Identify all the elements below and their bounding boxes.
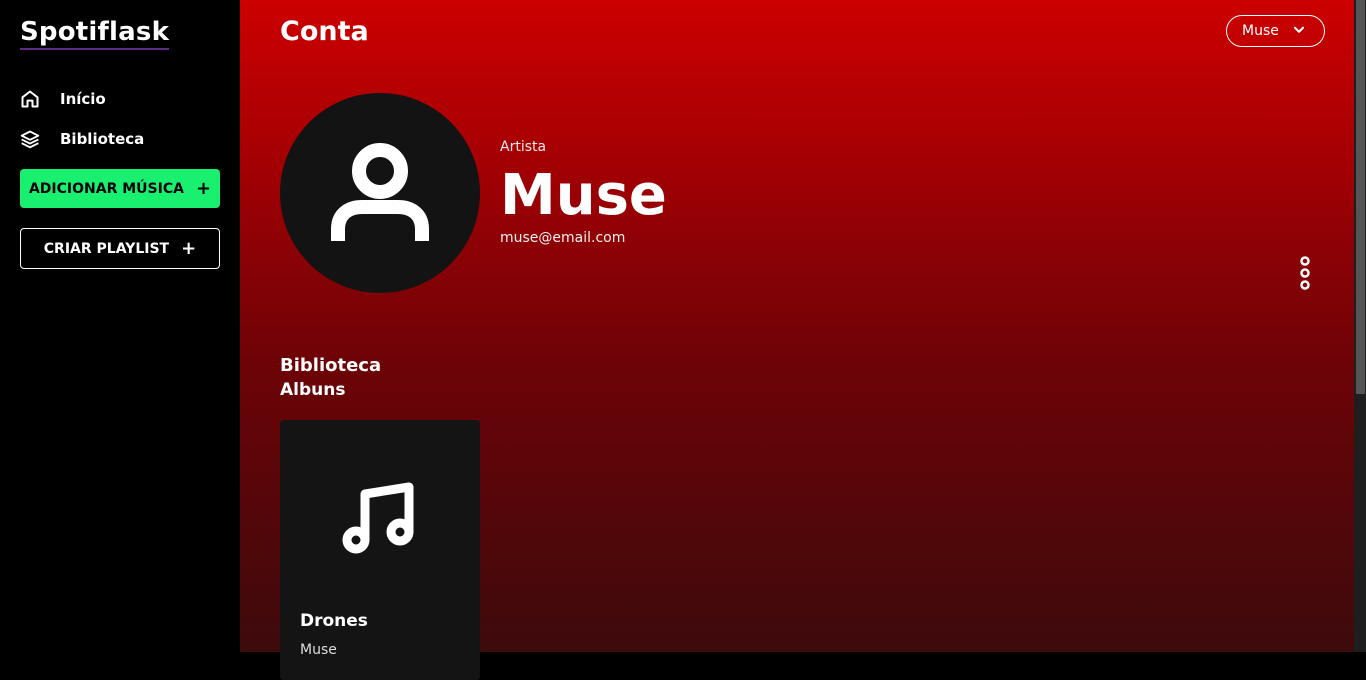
sidebar: Spotiflask Início Biblioteca ADICIONAR M… (0, 0, 240, 652)
add-music-button[interactable]: ADICIONAR MÚSICA + (20, 169, 220, 208)
create-playlist-label: CRIAR PLAYLIST (43, 240, 170, 257)
profile-role: Artista (500, 139, 547, 155)
chevron-down-icon (1293, 26, 1305, 33)
more-options-icon[interactable] (1295, 256, 1315, 290)
library-title: Biblioteca (280, 355, 382, 376)
scrollbar-thumb[interactable] (1356, 0, 1365, 394)
plus-icon: + (181, 237, 197, 259)
sidebar-item-biblioteca[interactable]: Biblioteca (20, 127, 144, 151)
create-playlist-button[interactable]: CRIAR PLAYLIST + (20, 228, 220, 269)
album-card[interactable]: Drones Muse (280, 420, 480, 680)
layers-icon (20, 130, 40, 149)
user-icon (331, 143, 429, 241)
sidebar-item-label: Início (60, 90, 106, 108)
home-icon (21, 90, 39, 108)
avatar (280, 93, 480, 293)
music-note-icon (342, 482, 414, 554)
sidebar-item-inicio[interactable]: Início (20, 87, 106, 111)
page-title: Conta (280, 16, 369, 47)
user-menu-dropdown[interactable]: Muse (1226, 15, 1325, 47)
user-menu-label: Muse (1242, 23, 1279, 39)
album-artist: Muse (300, 642, 337, 658)
profile-email: muse@email.com (500, 230, 626, 246)
albums-subtitle: Albuns (280, 380, 346, 400)
sidebar-item-label: Biblioteca (60, 130, 145, 148)
main-content: Conta Muse Artista Muse muse@email.com B… (240, 0, 1354, 680)
app-logo[interactable]: Spotiflask (20, 16, 170, 50)
plus-icon: + (195, 177, 212, 199)
add-music-label: ADICIONAR MÚSICA (28, 180, 184, 197)
profile-name: Muse (500, 163, 667, 228)
album-title: Drones (300, 611, 368, 631)
